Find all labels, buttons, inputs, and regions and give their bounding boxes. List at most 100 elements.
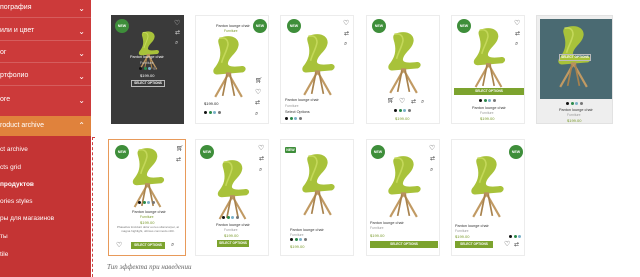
shuffle-icon[interactable]: ⇄ xyxy=(411,99,416,105)
search-icon[interactable]: ⌕ xyxy=(515,41,518,47)
swatch[interactable] xyxy=(147,201,150,204)
swatch[interactable] xyxy=(204,111,207,114)
sidebar-subitem[interactable]: ты xyxy=(0,233,8,240)
shuffle-icon[interactable]: ⇄ xyxy=(344,31,349,37)
sidebar-item-typography[interactable]: пография ⌄ xyxy=(0,4,91,13)
shuffle-icon[interactable]: ⇄ xyxy=(514,242,519,248)
swatch[interactable] xyxy=(226,216,230,219)
swatch[interactable] xyxy=(298,117,302,120)
cart-icon[interactable]: 🛒︎ xyxy=(387,98,395,104)
search-icon[interactable]: ⌕ xyxy=(171,242,174,248)
product-card[interactable]: NEW Panton lounge chair Furniture $199.0… xyxy=(451,139,525,256)
heart-icon[interactable]: ♡ xyxy=(343,20,349,27)
product-card[interactable]: NEW Panton lounge chair Furniture $199.0… xyxy=(280,139,354,256)
shuffle-icon[interactable]: ⇄ xyxy=(430,156,435,162)
shuffle-icon[interactable]: ⇄ xyxy=(515,31,520,37)
search-icon[interactable]: ⌕ xyxy=(421,99,424,105)
sidebar-subitem[interactable]: ры для магазинов xyxy=(0,215,54,222)
select-options-button[interactable]: SELECT OPTIONS xyxy=(131,80,165,87)
heart-icon[interactable]: ♡ xyxy=(429,145,435,152)
product-card[interactable]: NEW ♡ ⇄ ⌕ SELECT OPTIONS Panton lounge c… xyxy=(451,15,525,124)
search-icon[interactable]: ⌕ xyxy=(344,41,347,47)
swatch[interactable] xyxy=(217,111,221,114)
sidebar-item-styles-colors[interactable]: или и цвет ⌄ xyxy=(0,27,91,36)
swatch[interactable] xyxy=(575,102,578,105)
product-card[interactable]: NEW 🛒︎ ⇄ Panton lounge chair Furniture $… xyxy=(108,139,186,256)
swatch[interactable] xyxy=(579,102,583,105)
swatch[interactable] xyxy=(139,67,142,70)
search-icon[interactable]: ⌕ xyxy=(259,167,262,173)
swatch[interactable] xyxy=(231,216,234,219)
heart-icon[interactable]: ♡ xyxy=(504,241,510,248)
swatch[interactable] xyxy=(479,99,482,102)
swatch[interactable] xyxy=(303,238,307,241)
sidebar-subitem[interactable]: tile xyxy=(0,251,8,258)
sidebar-subitem[interactable]: ories styles xyxy=(0,198,33,205)
swatch[interactable] xyxy=(151,201,155,204)
select-options-button[interactable]: SELECT OPTIONS xyxy=(217,240,249,247)
search-icon[interactable]: ⌕ xyxy=(430,167,433,173)
product-card[interactable]: NEW ♡ ⇄ ⌕ Panton lounge chair Furniture … xyxy=(366,139,440,256)
swatch[interactable] xyxy=(570,102,574,105)
swatch[interactable] xyxy=(285,117,288,120)
select-options-button[interactable]: SELECT OPTIONS xyxy=(370,241,438,248)
swatch[interactable] xyxy=(403,109,406,112)
swatch[interactable] xyxy=(488,99,491,102)
swatch[interactable] xyxy=(152,67,156,70)
search-icon[interactable]: ⌕ xyxy=(255,111,258,117)
cart-icon[interactable]: 🛒︎ xyxy=(176,146,184,152)
select-options-button[interactable]: SELECT OPTIONS xyxy=(131,242,165,249)
swatch[interactable] xyxy=(566,102,569,105)
swatch[interactable] xyxy=(235,216,239,219)
swatch[interactable] xyxy=(289,117,293,120)
product-card[interactable]: NEW 🛒︎ ♡ ⇄ ⌕ $199.00 xyxy=(366,15,440,124)
swatch[interactable] xyxy=(492,99,496,102)
sidebar-subitem[interactable]: cts grid xyxy=(0,164,21,171)
sidebar-item-store[interactable]: ore ⌄ xyxy=(0,96,91,105)
select-options-button[interactable]: SELECT OPTIONS xyxy=(454,88,524,95)
heart-icon[interactable]: ♡ xyxy=(174,20,180,27)
swatch[interactable] xyxy=(222,216,225,219)
product-card[interactable]: NEW ♡ ⇄ ⌕ Panton lounge chair Furniture … xyxy=(195,139,269,256)
heart-icon[interactable]: ♡ xyxy=(116,242,122,249)
product-card[interactable]: NEW Panton lounge chair Furniture 🛒︎ ♡ ⇄… xyxy=(195,15,269,124)
product-card[interactable]: ♡ ⇄ ⌕ SELECT OPTIONS Panton lounge chair… xyxy=(536,15,613,124)
swatch[interactable] xyxy=(142,201,146,204)
swatch[interactable] xyxy=(138,201,141,204)
swatch[interactable] xyxy=(290,238,293,241)
heart-icon[interactable]: ♡ xyxy=(258,145,264,152)
select-options-link[interactable]: Select Options xyxy=(285,110,310,114)
product-card[interactable]: NEW ♡ ⇄ ⌕ Panton lounge chair Furniture … xyxy=(111,15,184,124)
swatch[interactable] xyxy=(148,67,151,70)
sidebar-item-product-archive[interactable]: roduct archive ⌃ xyxy=(0,116,91,136)
shuffle-icon[interactable]: ⇄ xyxy=(176,157,181,163)
select-options-button[interactable]: SELECT OPTIONS xyxy=(455,241,493,248)
sidebar-item-blog[interactable]: ог ⌄ xyxy=(0,49,91,58)
swatch[interactable] xyxy=(208,111,212,114)
swatch[interactable] xyxy=(394,109,397,112)
select-options-button[interactable]: SELECT OPTIONS xyxy=(559,54,591,61)
swatch[interactable] xyxy=(513,235,517,238)
cart-icon[interactable]: 🛒︎ xyxy=(255,78,263,84)
swatch[interactable] xyxy=(299,238,302,241)
swatch[interactable] xyxy=(509,235,512,238)
shuffle-icon[interactable]: ⇄ xyxy=(175,30,180,36)
sidebar-item-portfolio[interactable]: ртфолио ⌄ xyxy=(0,72,91,81)
shuffle-icon[interactable]: ⇄ xyxy=(255,100,260,106)
swatch[interactable] xyxy=(518,235,521,238)
search-icon[interactable]: ⌕ xyxy=(175,40,178,46)
swatch[interactable] xyxy=(407,109,411,112)
swatch[interactable] xyxy=(294,238,298,241)
swatch[interactable] xyxy=(483,99,487,102)
heart-icon[interactable]: ♡ xyxy=(399,98,405,105)
swatch[interactable] xyxy=(213,111,216,114)
swatch[interactable] xyxy=(143,67,147,70)
heart-icon[interactable]: ♡ xyxy=(514,20,520,27)
swatch[interactable] xyxy=(398,109,402,112)
swatch[interactable] xyxy=(294,117,297,120)
shuffle-icon[interactable]: ⇄ xyxy=(259,156,264,162)
sidebar-subitem-active[interactable]: продуктов xyxy=(0,181,34,188)
heart-icon[interactable]: ♡ xyxy=(255,89,261,96)
product-card[interactable]: NEW ♡ ⇄ ⌕ Panton lounge chair Furniture … xyxy=(280,15,354,124)
sidebar-subitem[interactable]: ct archive xyxy=(0,146,28,153)
